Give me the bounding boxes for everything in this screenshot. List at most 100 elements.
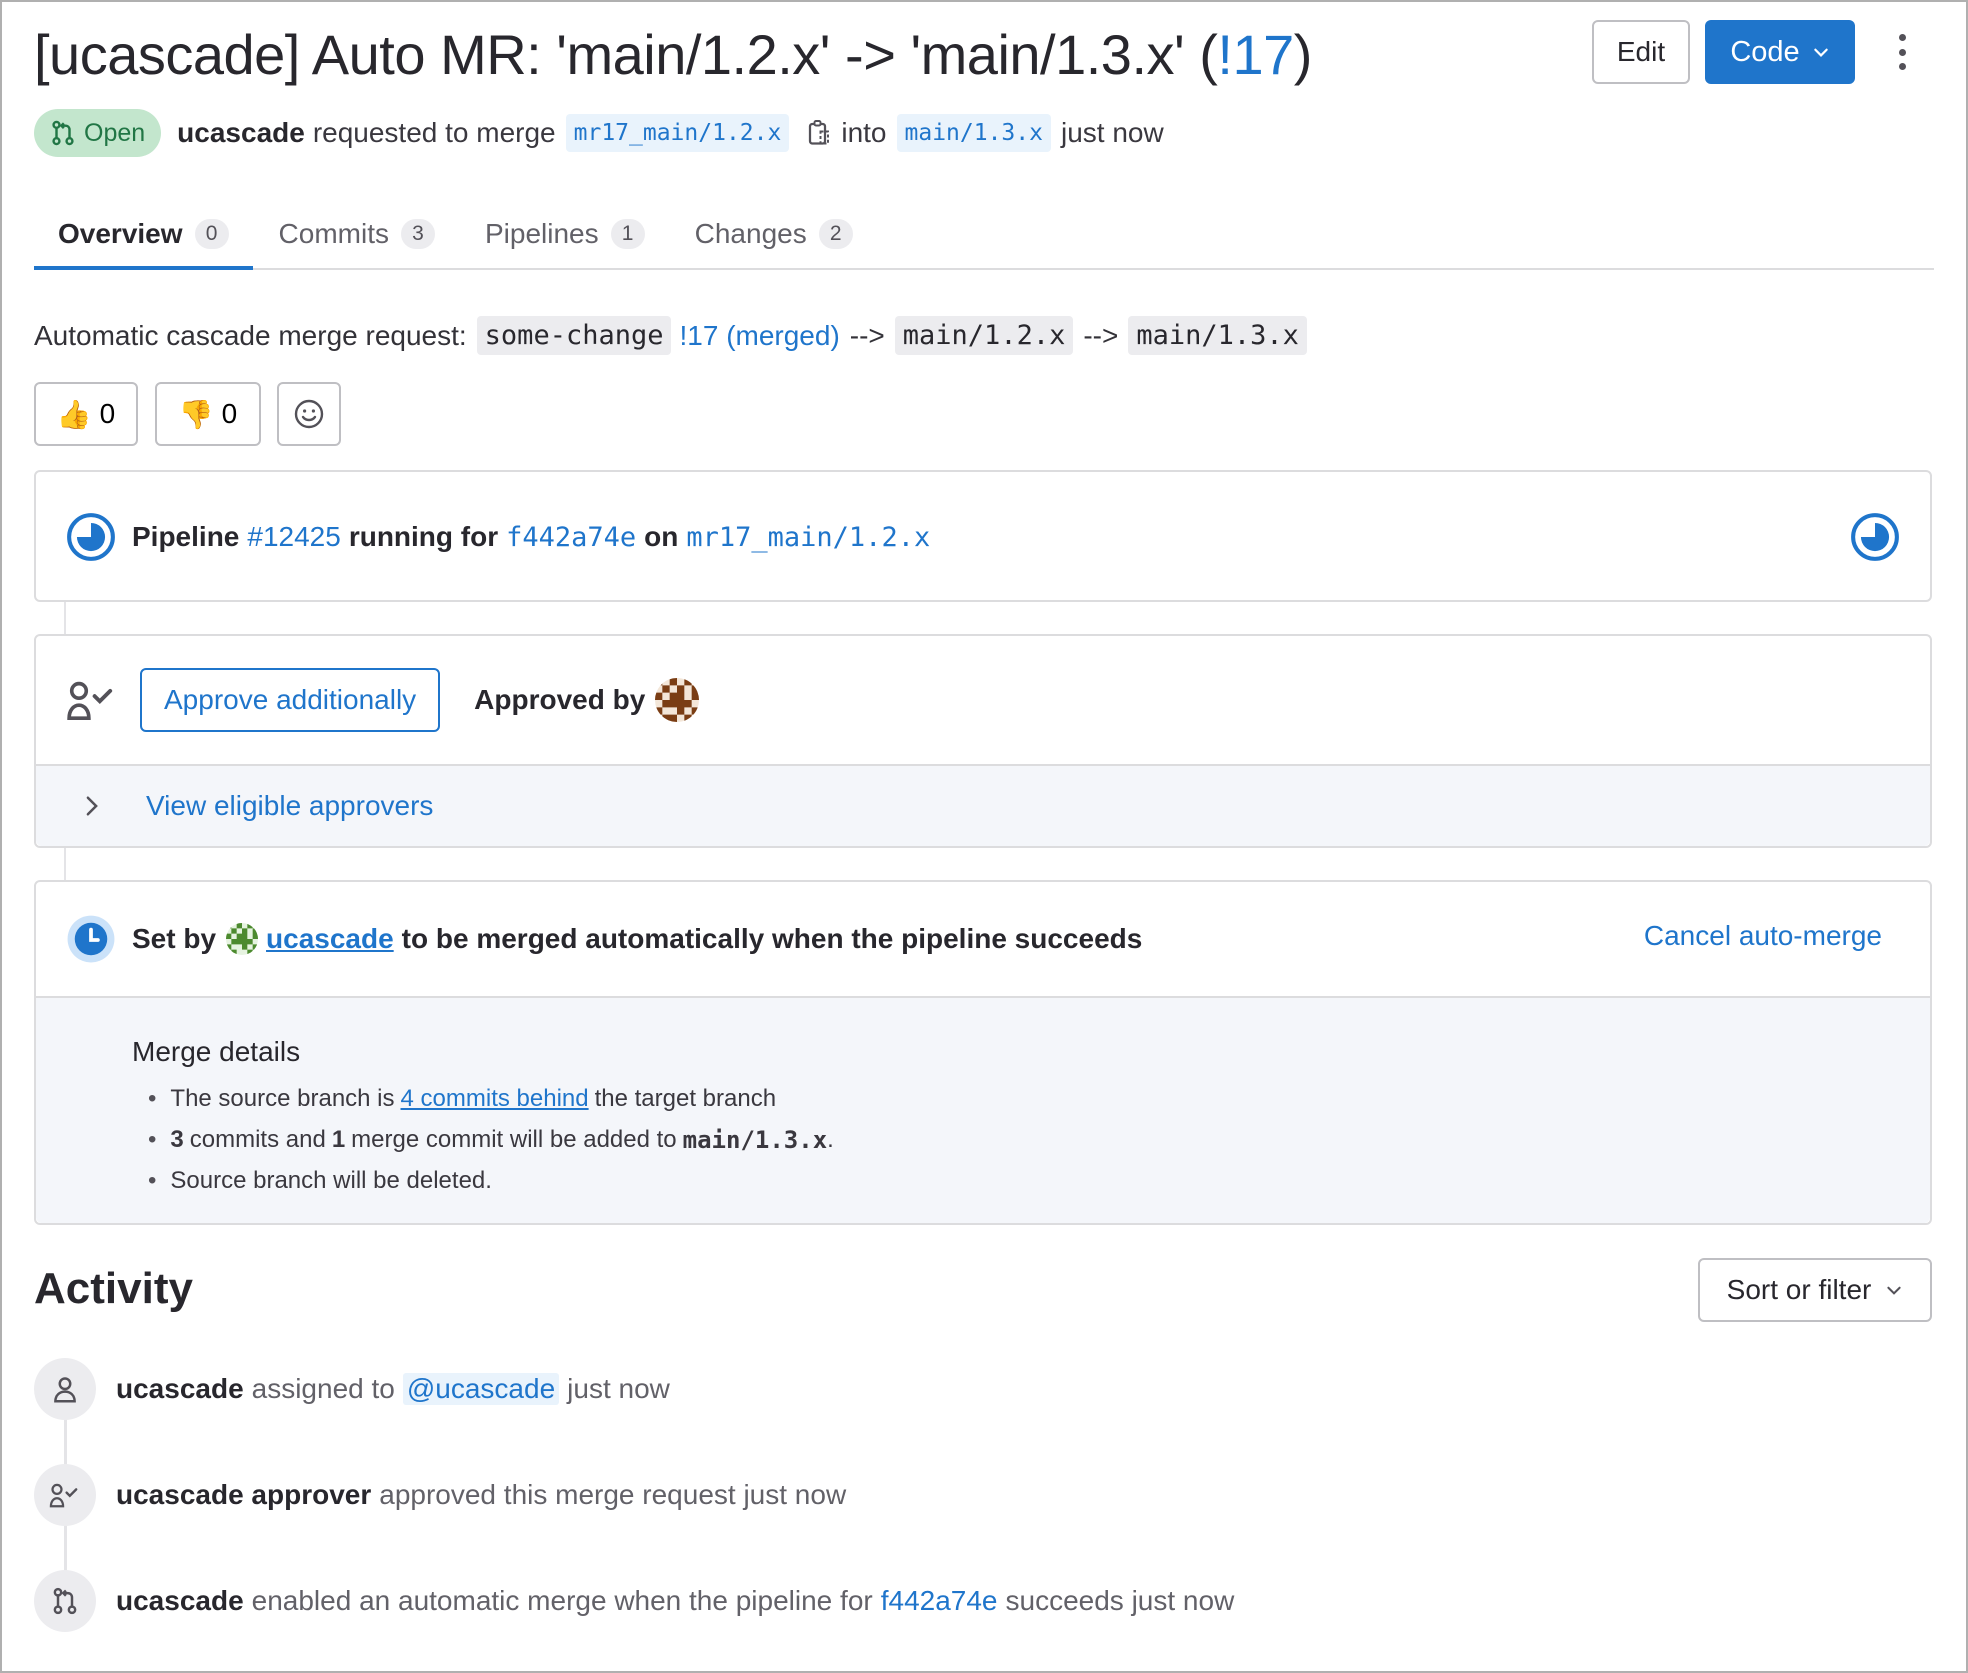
- pipeline-id-link[interactable]: #12425: [247, 521, 340, 553]
- tab-label: Changes: [694, 218, 807, 249]
- merge-request-icon-wrap: [34, 1570, 96, 1632]
- commit-sha-link[interactable]: f442a74e: [881, 1585, 998, 1617]
- mr-meta: Open ucascade requested to merge mr17_ma…: [34, 108, 1164, 158]
- activity-user[interactable]: ucascade: [116, 1585, 244, 1617]
- detail-text: commits and: [189, 1125, 326, 1153]
- list-item: Source branch will be deleted.: [132, 1160, 1930, 1201]
- tab-count: 0: [194, 219, 229, 249]
- sort-filter-label: Sort or filter: [1726, 1274, 1872, 1305]
- approvals-widget: Approve additionally Approved by View el…: [34, 634, 1932, 848]
- status-running-icon[interactable]: [1850, 512, 1900, 562]
- arrow-text: -->: [849, 319, 885, 351]
- edit-button[interactable]: Edit: [1592, 20, 1690, 84]
- requested-text: requested to merge: [312, 117, 556, 148]
- on-text: on: [644, 521, 679, 552]
- avatar[interactable]: [226, 923, 259, 955]
- activity-text: enabled an automatic merge when the pipe…: [251, 1585, 873, 1616]
- user-icon-wrap: [34, 1358, 96, 1420]
- user-mention-link[interactable]: @ucascade: [402, 1373, 560, 1405]
- author-name[interactable]: ucascade: [177, 117, 305, 149]
- thumbs-up-button[interactable]: 👍 0: [34, 382, 138, 446]
- auto-merge-user-link[interactable]: ucascade: [266, 923, 394, 955]
- approve-button[interactable]: Approve additionally: [140, 668, 441, 732]
- thumbs-up-count: 0: [99, 398, 116, 429]
- thumbs-down-button[interactable]: 👎 0: [155, 382, 261, 446]
- clock-icon: [67, 915, 115, 963]
- status-badge: Open: [34, 109, 162, 157]
- chevron-right-icon[interactable]: [84, 795, 100, 817]
- tab-commits[interactable]: Commits 3: [255, 200, 459, 268]
- arrow-text: -->: [1083, 319, 1119, 351]
- approved-by: Approved by: [474, 678, 700, 722]
- into-text: into: [841, 117, 887, 148]
- activity-item: ucascade assigned to @ucascade just now: [34, 1358, 670, 1420]
- commit-count: 3: [170, 1125, 184, 1153]
- description-prefix: Automatic cascade merge request:: [34, 319, 467, 351]
- add-reaction-button[interactable]: [277, 382, 341, 446]
- commit-sha-link[interactable]: f442a74e: [506, 522, 636, 553]
- view-eligible-approvers-link[interactable]: View eligible approvers: [146, 790, 433, 822]
- activity-item: ucascade approver approved this merge re…: [34, 1464, 846, 1526]
- more-actions-icon[interactable]: [1890, 30, 1914, 74]
- code-dropdown-button[interactable]: Code: [1705, 20, 1855, 84]
- merge-request-icon: [53, 1587, 77, 1615]
- created-time: just now: [1060, 117, 1164, 148]
- thumbs-down-count: 0: [221, 398, 238, 429]
- tab-label: Commits: [278, 218, 389, 249]
- connector-line: [64, 602, 66, 634]
- set-by-text: Set by: [132, 923, 217, 954]
- mr-description: Automatic cascade merge request: some-ch…: [34, 316, 1313, 355]
- list-item: 3 commits and 1 merge commit will be add…: [132, 1119, 1930, 1160]
- tab-pipelines[interactable]: Pipelines 1: [461, 200, 669, 268]
- mr-number-link[interactable]: !17: [1217, 23, 1294, 86]
- activity-user[interactable]: ucascade: [116, 1373, 244, 1405]
- title-text: [ucascade] Auto MR: 'main/1.2.x' -> 'mai…: [34, 23, 1218, 86]
- pipeline-row: Pipeline #12425 running for f442a74e on …: [66, 512, 930, 562]
- chevron-down-icon: [1887, 1286, 1901, 1295]
- activity-time: just now: [567, 1373, 670, 1404]
- code-branch-1: main/1.2.x: [894, 316, 1074, 355]
- approval-icon: [67, 681, 113, 721]
- tab-count: 1: [610, 219, 645, 249]
- thumbs-down-icon: 👎: [178, 398, 214, 430]
- auto-merge-widget: Set by ucascade to be merged automatical…: [34, 880, 1932, 1225]
- activity-text: succeeds just now: [1005, 1585, 1235, 1616]
- target-branch[interactable]: main/1.3.x: [896, 114, 1051, 152]
- tab-count: 3: [400, 219, 435, 249]
- connector-line: [64, 848, 66, 880]
- merge-details: Merge details The source branch is 4 com…: [36, 996, 1930, 1223]
- sort-filter-dropdown[interactable]: Sort or filter: [1698, 1258, 1932, 1322]
- list-item: The source branch is 4 commits behind th…: [132, 1078, 1930, 1119]
- auto-merge-message: to be merged automatically when the pipe…: [401, 923, 1143, 954]
- merge-request-icon: [52, 120, 74, 146]
- tab-label: Pipelines: [484, 218, 599, 249]
- activity-text: approved this merge request just now: [379, 1479, 847, 1510]
- merge-details-list: The source branch is 4 commits behind th…: [132, 1078, 1930, 1201]
- chevron-down-icon: [1813, 48, 1828, 57]
- smiley-icon: [294, 399, 324, 429]
- detail-text: The source branch is: [170, 1084, 395, 1112]
- merged-mr-link[interactable]: !17 (merged): [679, 320, 839, 352]
- merge-details-title: Merge details: [132, 1036, 301, 1067]
- status-running-icon[interactable]: [66, 512, 116, 562]
- running-for-text: running for: [348, 521, 499, 552]
- pipeline-label: Pipeline: [132, 521, 240, 552]
- tab-changes[interactable]: Changes 2: [671, 200, 877, 268]
- pipeline-widget: Pipeline #12425 running for f442a74e on …: [34, 470, 1932, 602]
- user-icon: [54, 1377, 76, 1403]
- merge-commit-count: 1: [331, 1125, 346, 1153]
- eligible-approvers-row[interactable]: View eligible approvers: [36, 764, 1930, 846]
- tab-count: 2: [818, 219, 853, 249]
- detail-text: Source branch will be deleted.: [170, 1166, 492, 1194]
- title-suffix: ): [1293, 23, 1313, 86]
- source-branch[interactable]: mr17_main/1.2.x: [565, 114, 790, 152]
- mr-tabs: Overview 0 Commits 3 Pipelines 1 Changes 2: [34, 200, 1934, 270]
- cancel-auto-merge-button[interactable]: Cancel auto-merge: [1644, 920, 1882, 952]
- commits-behind-link[interactable]: 4 commits behind: [401, 1085, 589, 1113]
- approval-icon-wrap: [34, 1464, 96, 1526]
- copy-icon[interactable]: [807, 119, 831, 147]
- pipeline-branch-link[interactable]: mr17_main/1.2.x: [686, 522, 930, 553]
- activity-user[interactable]: ucascade approver: [116, 1479, 371, 1511]
- avatar[interactable]: [655, 678, 700, 722]
- tab-overview[interactable]: Overview 0: [34, 200, 253, 270]
